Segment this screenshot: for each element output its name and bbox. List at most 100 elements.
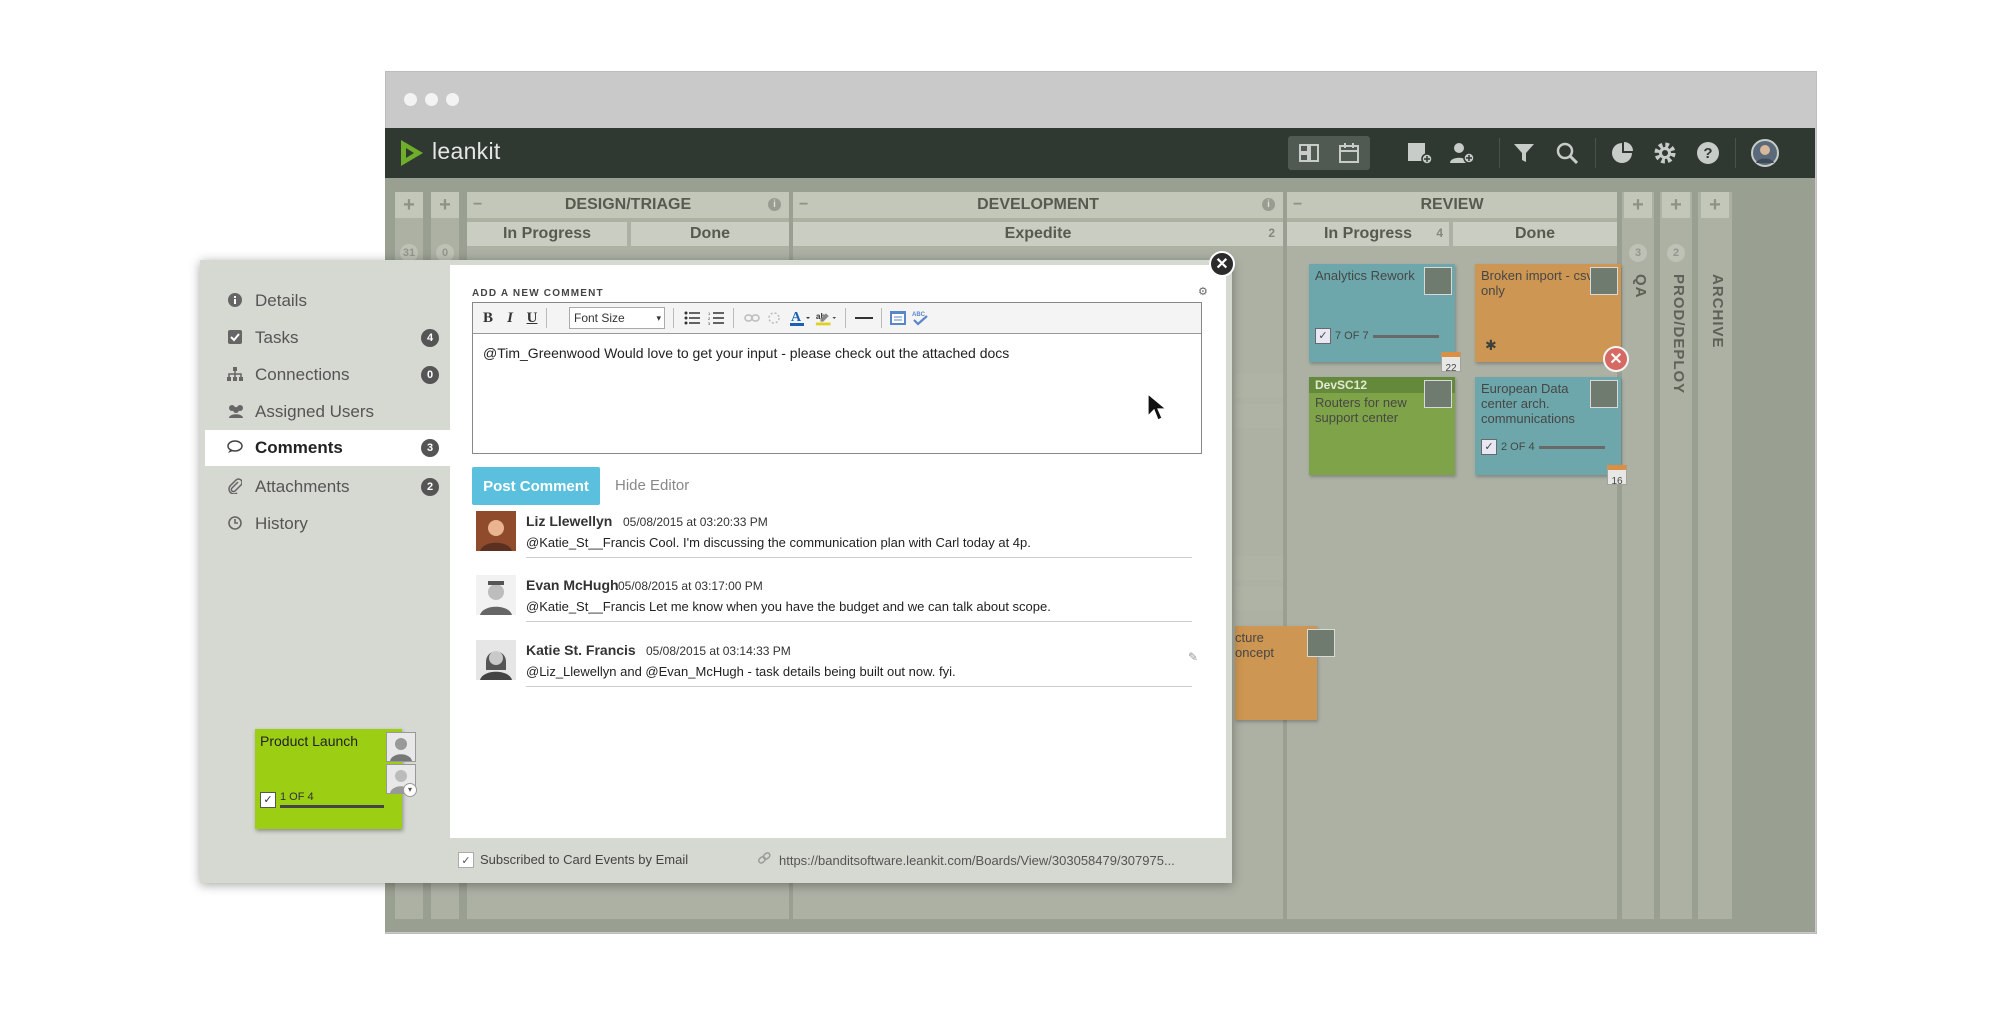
italic-icon[interactable]: I — [499, 307, 521, 329]
count-badge: 0 — [421, 366, 439, 384]
comment-date: 05/08/2015 at 03:14:33 PM — [646, 644, 791, 658]
help-icon[interactable]: ? — [1691, 136, 1725, 170]
card-url-link[interactable]: https://banditsoftware.leankit.com/Board… — [779, 853, 1175, 868]
window-close-dot[interactable] — [404, 93, 417, 106]
chevron-down-icon[interactable]: ▾ — [403, 783, 417, 797]
progress-bar — [280, 805, 384, 808]
card-detail-dialog: Details Tasks 4 Connections 0 Assigned U… — [200, 260, 1232, 883]
post-comment-button[interactable]: Post Comment — [472, 467, 600, 505]
link-icon[interactable] — [741, 307, 763, 329]
unlink-icon[interactable] — [763, 307, 785, 329]
comment-text: @Katie_St__Francis Let me know when you … — [526, 599, 1051, 614]
link-icon — [758, 852, 772, 867]
search-icon[interactable] — [1550, 136, 1584, 170]
toolbar-separator — [881, 308, 882, 328]
dropdown-arrow-icon: ▾ — [656, 312, 661, 323]
source-view-icon[interactable] — [887, 307, 909, 329]
sidebar-item-label: History — [255, 514, 308, 533]
sitemap-icon — [227, 366, 243, 384]
highlight-color-icon[interactable]: ab — [815, 307, 837, 329]
comment-icon — [227, 439, 243, 457]
bulleted-list-icon[interactable] — [681, 307, 703, 329]
add-user-icon[interactable] — [1445, 136, 1479, 170]
comment-author[interactable]: Katie St. Francis — [526, 642, 636, 658]
count-badge: 2 — [421, 478, 439, 496]
svg-text:A: A — [791, 310, 802, 325]
editor-toolbar: B I U Font Size ▾ 123 A ab ABC — [473, 303, 1201, 334]
text-color-icon[interactable]: A — [789, 307, 811, 329]
comment-author[interactable]: Liz Llewellyn — [526, 513, 612, 529]
card-product-launch[interactable]: Product Launch ▾ ✓ 1 OF 4 — [255, 729, 417, 829]
svg-text:ABC: ABC — [912, 312, 926, 318]
window-zoom-dot[interactable] — [446, 93, 459, 106]
horizontal-rule-icon[interactable] — [853, 307, 875, 329]
add-card-icon[interactable] — [1403, 136, 1437, 170]
svg-text:?: ? — [1703, 145, 1712, 162]
users-icon — [227, 404, 243, 421]
count-badge: 3 — [421, 439, 439, 457]
editor-heading: ADD A NEW COMMENT — [472, 288, 604, 299]
comment-input-text[interactable]: @Tim_Greenwood Would love to get your in… — [483, 345, 1009, 361]
hide-editor-link[interactable]: Hide Editor — [615, 477, 689, 494]
comment-divider — [526, 557, 1192, 558]
comment-divider — [526, 686, 1192, 687]
comments-panel: ADD A NEW COMMENT ⚙ B I U Font Size ▾ 12… — [450, 265, 1226, 838]
sidebar-item-assigned-users[interactable]: Assigned Users — [205, 394, 451, 430]
checkbox-icon: ✓ — [260, 791, 276, 808]
leankit-logo-icon — [401, 140, 423, 166]
toolbar-separator — [673, 308, 674, 328]
window-minimize-dot[interactable] — [425, 93, 438, 106]
font-size-select[interactable]: Font Size ▾ — [569, 307, 665, 329]
chart-icon[interactable] — [1605, 136, 1639, 170]
sidebar-item-details[interactable]: Details — [205, 283, 451, 319]
card-title: Product Launch — [260, 733, 359, 749]
progress-text: 1 OF 4 — [280, 791, 314, 803]
avatar — [476, 511, 516, 551]
comment-item: Liz Llewellyn 05/08/2015 at 03:20:33 PM … — [472, 511, 1192, 573]
comment-divider — [526, 621, 1192, 622]
subscribe-checkbox[interactable]: ✓ — [458, 852, 474, 868]
edit-pencil-icon[interactable]: ✎ — [1188, 650, 1198, 664]
user-avatar-icon[interactable] — [1748, 136, 1782, 170]
toolbar-divider — [1735, 138, 1736, 168]
spellcheck-icon[interactable]: ABC — [909, 307, 931, 329]
underline-icon[interactable]: U — [521, 307, 543, 329]
toolbar-divider — [1499, 138, 1500, 168]
subscribe-label: Subscribed to Card Events by Email — [480, 852, 689, 867]
comment-text: @Katie_St__Francis Cool. I'm discussing … — [526, 535, 1031, 550]
toolbar-separator — [845, 308, 846, 328]
task-progress: ✓ 1 OF 4 — [260, 791, 384, 808]
count-badge: 4 — [421, 329, 439, 347]
bold-icon[interactable]: B — [477, 307, 499, 329]
filter-icon[interactable] — [1507, 136, 1541, 170]
app-logo-text: leankit — [432, 138, 501, 164]
gear-icon[interactable] — [1648, 136, 1682, 170]
comment-date: 05/08/2015 at 03:17:00 PM — [618, 579, 763, 593]
close-icon: ✕ — [1215, 256, 1229, 273]
settings-icon[interactable]: ⚙ — [1198, 285, 1208, 298]
sidebar-item-attachments[interactable]: Attachments 2 — [205, 469, 451, 505]
info-icon — [227, 292, 243, 310]
numbered-list-icon[interactable]: 123 — [705, 307, 727, 329]
font-size-value: Font Size — [574, 311, 625, 325]
toolbar-divider — [1595, 138, 1596, 168]
checkbox-icon — [227, 329, 243, 347]
comment-item: Katie St. Francis 05/08/2015 at 03:14:33… — [472, 640, 1198, 702]
app-toolbar: leankit ? — [385, 128, 1815, 178]
sidebar-item-history[interactable]: History — [205, 506, 451, 542]
sidebar-item-comments[interactable]: Comments 3 — [205, 430, 451, 466]
svg-text:3: 3 — [708, 321, 711, 325]
close-dialog-button[interactable]: ✕ — [1209, 251, 1235, 277]
sidebar-item-tasks[interactable]: Tasks 4 — [205, 320, 451, 356]
avatar — [476, 575, 516, 615]
sidebar-item-label: Connections — [255, 365, 350, 384]
toolbar-separator — [733, 308, 734, 328]
calendar-view-icon[interactable] — [1332, 136, 1366, 170]
paperclip-icon — [227, 477, 243, 497]
toolbar-separator — [546, 308, 547, 328]
comment-author[interactable]: Evan McHugh — [526, 577, 619, 593]
comment-editor[interactable]: B I U Font Size ▾ 123 A ab ABC @Tim_Gree… — [472, 302, 1202, 454]
board-view-icon[interactable] — [1292, 136, 1326, 170]
avatar — [386, 732, 416, 762]
sidebar-item-connections[interactable]: Connections 0 — [205, 357, 451, 393]
